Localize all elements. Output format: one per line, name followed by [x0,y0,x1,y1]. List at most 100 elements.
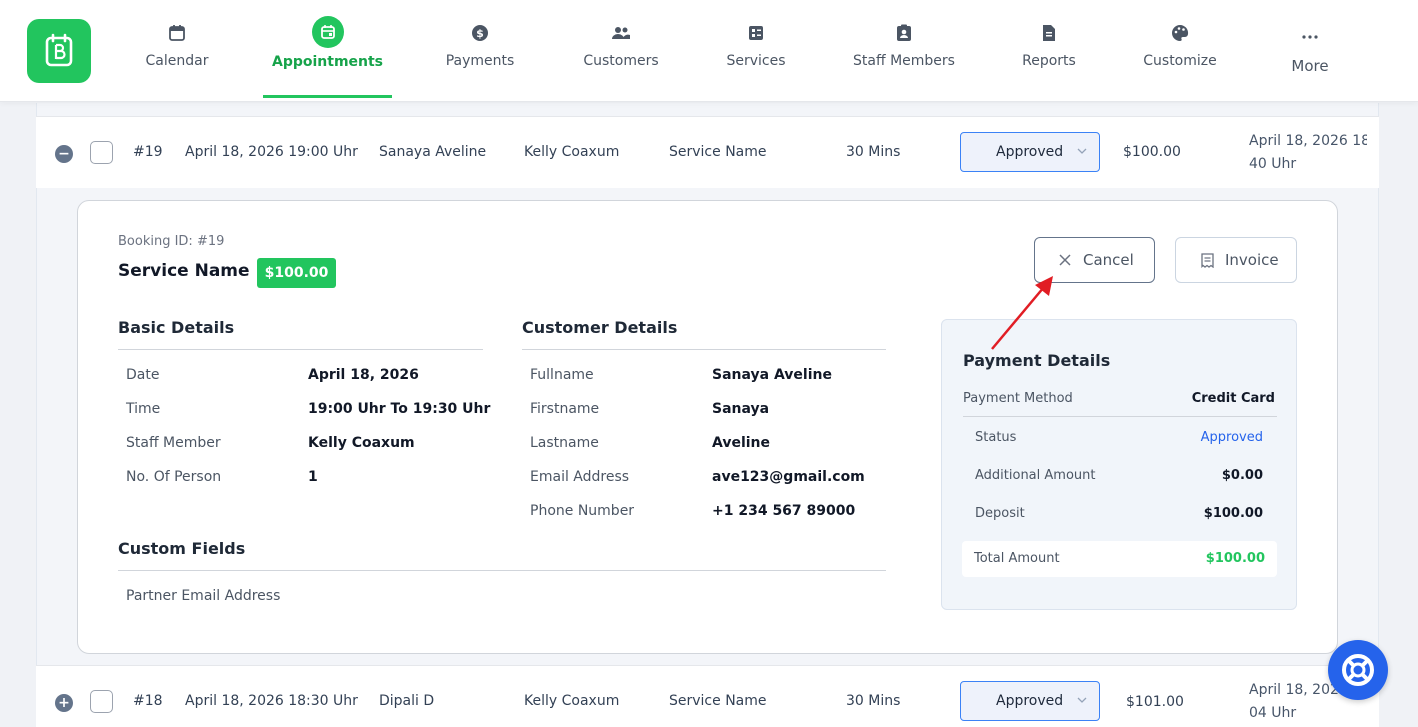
services-grid-icon [745,22,767,44]
no-of-person-label: No. Of Person [126,469,222,485]
additional-amount-label: Additional Amount [975,468,1096,483]
staff-badge-icon [893,22,915,44]
created-at: April 18, 2026 04 Uhr [1249,679,1339,725]
deposit-label: Deposit [975,506,1025,521]
nav-label-calendar: Calendar [145,53,209,69]
staff-name: Kelly Coaxum [524,693,620,709]
total-amount-row: Total Amount $100.00 [962,541,1277,577]
lifebuoy-icon [1342,654,1374,686]
fullname-label: Fullname [530,367,594,383]
fullname-value: Sanaya Aveline [712,367,832,383]
booking-id-label: Booking ID: #19 [118,234,225,249]
total-amount-label: Total Amount [974,551,1060,566]
amount: $101.00 [1126,694,1184,710]
status-value: Approved [1200,430,1263,445]
svg-text:$: $ [476,27,484,40]
chevron-down-icon [1077,697,1087,703]
nav-reports[interactable]: Reports [1009,0,1089,102]
status-label: Status [975,430,1017,445]
active-tab-indicator [263,95,392,98]
service-name: Service Name [669,693,767,709]
report-file-icon [1038,22,1060,44]
service-name: Service Name [669,144,767,160]
table-row[interactable]: + #18 April 18, 2026 18:30 Uhr Dipali D … [36,665,1379,727]
lastname-label: Lastname [530,435,599,451]
customer-name: Dipali D [379,693,435,709]
divider [118,349,483,350]
divider [118,570,886,571]
created-at-line2: 40 Uhr [1249,156,1297,172]
app-logo[interactable] [27,19,91,83]
payment-details-heading: Payment Details [963,351,1111,370]
booking-id: #18 [133,693,163,709]
row-checkbox[interactable] [90,141,113,164]
staff-member-value: Kelly Coaxum [308,435,415,451]
receipt-icon [1201,252,1214,268]
table-row[interactable]: − #19 April 18, 2026 19:00 Uhr Sanaya Av… [36,116,1379,188]
nav-services[interactable]: Services [716,0,796,102]
created-at-line1: April 18, 2026 18: [1249,133,1367,149]
nav-customers[interactable]: Customers [571,0,671,102]
booking-datetime: April 18, 2026 19:00 Uhr [185,144,358,160]
time-label: Time [126,401,161,417]
lastname-value: Aveline [712,435,771,451]
row-checkbox[interactable] [90,690,113,713]
staff-name: Kelly Coaxum [524,144,620,160]
divider [963,416,1277,417]
status-dropdown-value: Approved [996,144,1064,160]
nav-label-appointments: Appointments [271,54,384,70]
more-dots-icon [1299,26,1321,48]
divider [522,349,886,350]
payment-method-value: Credit Card [1191,391,1275,406]
created-at: April 18, 2026 18: 40 Uhr [1249,130,1367,176]
customer-name: Sanaya Aveline [379,144,487,160]
invoice-button-label: Invoice [1225,251,1279,269]
booking-datetime: April 18, 2026 18:30 Uhr [185,693,358,709]
created-at-line1: April 18, 2026 [1249,682,1339,698]
additional-amount-value: $0.00 [1221,468,1263,483]
status-dropdown[interactable]: Approved [960,681,1100,721]
nav-label-services: Services [726,53,786,69]
status-dropdown[interactable]: Approved [960,132,1100,172]
booking-logo-icon [45,33,73,67]
nav-payments[interactable]: $ Payments [435,0,525,102]
custom-fields-heading: Custom Fields [118,539,246,558]
staff-member-label: Staff Member [126,435,221,451]
calendar-icon [166,22,188,44]
users-icon [610,22,632,44]
calendar-check-icon [311,16,344,48]
chevron-down-icon [1077,148,1087,154]
help-button[interactable] [1328,640,1388,700]
customer-details-heading: Customer Details [522,318,678,337]
nav-more[interactable]: More [1275,0,1345,102]
nav-calendar[interactable]: Calendar [132,0,222,102]
nav-label-customize: Customize [1143,53,1217,69]
dollar-coin-icon: $ [469,22,491,44]
duration: 30 Mins [846,693,901,709]
no-of-person-value: 1 [308,469,318,485]
nav-appointments[interactable]: Appointments [263,0,392,102]
email-label: Email Address [530,469,630,485]
time-value: 19:00 Uhr To 19:30 Uhr [308,401,491,417]
nav-staff-members[interactable]: Staff Members [844,0,964,102]
top-navbar: Calendar Appointments $ Payments Custome… [0,0,1418,102]
basic-details-heading: Basic Details [118,318,235,337]
partner-email-label: Partner Email Address [126,588,281,604]
date-label: Date [126,367,160,383]
nav-label-payments: Payments [445,53,515,69]
detail-service-name: Service Name [118,261,250,281]
phone-value: +1 234 567 89000 [712,503,856,519]
booking-detail-panel: Booking ID: #19 Service Name $100.00 Can… [77,200,1338,654]
payment-method-label: Payment Method [963,391,1073,406]
booking-id: #19 [133,144,163,160]
expand-row-button[interactable]: + [55,694,73,712]
total-amount-value: $100.00 [1205,551,1265,566]
firstname-value: Sanaya [712,401,770,417]
nav-customize[interactable]: Customize [1135,0,1225,102]
invoice-button[interactable]: Invoice [1175,237,1297,283]
collapse-row-button[interactable]: − [55,145,73,163]
nav-label-customers: Customers [583,53,659,69]
duration: 30 Mins [846,144,901,160]
close-icon [1059,254,1071,266]
cancel-button[interactable]: Cancel [1034,237,1155,283]
